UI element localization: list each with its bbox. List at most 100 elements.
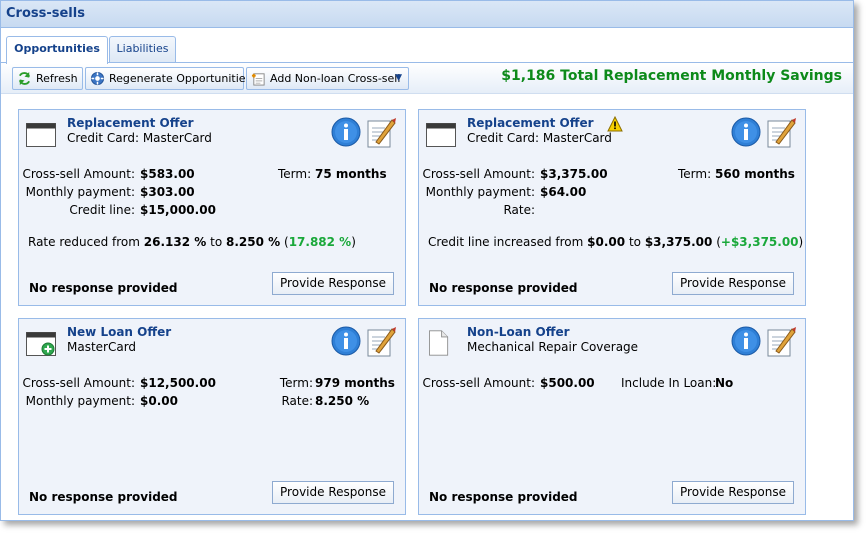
rate-label: Rate: (503, 203, 535, 217)
include-in-loan-value: No (715, 376, 733, 390)
warning-icon (607, 116, 623, 132)
info-icon[interactable] (331, 117, 361, 147)
monthly-payment-label: Monthly payment: (25, 185, 135, 199)
response-status: No response provided (429, 281, 578, 295)
total-savings-text: $1,186 Total Replacement Monthly Savings (501, 68, 842, 84)
edit-note-icon[interactable] (766, 325, 796, 357)
offer-card-replacement-2: Replacement Offer Credit Card: MasterCar… (418, 109, 806, 306)
summary-to: 8.250 % (226, 235, 281, 249)
summary-delta: +$3,375.00 (720, 235, 799, 249)
response-status: No response provided (429, 490, 578, 504)
credit-card-window-icon (26, 123, 56, 147)
monthly-payment-value: $303.00 (140, 185, 195, 199)
offer-title[interactable]: Replacement Offer (67, 116, 194, 130)
cross-sell-amount-label: Cross-sell Amount: (22, 167, 135, 181)
add-non-loan-cross-sell-button[interactable]: Add Non-loan Cross-sell ▼ (246, 67, 409, 90)
monthly-payment-value: $64.00 (540, 185, 586, 199)
cross-sell-amount-text: $3,375.00 (540, 167, 608, 181)
add-cross-sell-label: Add Non-loan Cross-sell (270, 72, 401, 85)
offer-card-replacement-1: Replacement Offer Credit Card: MasterCar… (18, 109, 406, 306)
edit-note-icon[interactable] (766, 116, 796, 148)
rate-label: Rate: (281, 394, 313, 408)
toolbar: Refresh Regenerate Opportunities Add Non… (1, 63, 853, 94)
refresh-icon (18, 71, 31, 86)
cross-sell-amount-value: $583.00 (140, 167, 195, 181)
summary-mid: to (210, 235, 223, 249)
provide-response-button[interactable]: Provide Response (672, 481, 794, 504)
credit-line-summary: Credit line increased from $0.00 to $3,3… (428, 235, 803, 249)
chevron-down-icon: ▼ (395, 73, 402, 83)
add-cross-sell-icon (251, 73, 265, 86)
summary-delta: 17.882 % (288, 235, 352, 249)
regenerate-icon (90, 71, 105, 86)
cross-sell-amount-text: $12,500.00 (140, 376, 216, 390)
new-loan-window-icon (26, 332, 56, 356)
summary-prefix: Rate reduced from (28, 235, 140, 249)
credit-line-text: $15,000.00 (140, 203, 216, 217)
provide-response-button[interactable]: Provide Response (272, 481, 394, 504)
rate-summary: Rate reduced from 26.132 % to 8.250 % (1… (28, 235, 356, 249)
cross-sell-amount-label: Cross-sell Amount: (422, 167, 535, 181)
offer-card-non-loan: Non-Loan Offer Mechanical Repair Coverag… (418, 318, 806, 515)
response-status: No response provided (29, 490, 178, 504)
cross-sell-amount-label: Cross-sell Amount: (22, 376, 135, 390)
provide-response-button[interactable]: Provide Response (272, 272, 394, 295)
term-text: 75 months (315, 167, 387, 181)
monthly-payment-text: $303.00 (140, 185, 195, 199)
rate-text: 8.250 % (315, 394, 370, 408)
summary-to: $3,375.00 (644, 235, 713, 249)
cross-sell-amount-value: $12,500.00 (140, 376, 216, 390)
regenerate-button[interactable]: Regenerate Opportunities (85, 67, 251, 90)
tab-opportunities[interactable]: Opportunities (6, 36, 108, 64)
credit-line-value: $15,000.00 (140, 203, 216, 217)
title-bar: Cross-sells (1, 1, 853, 28)
summary-close: ) (798, 235, 804, 249)
summary-prefix: Credit line increased from (428, 235, 584, 249)
term-label: Term: (678, 167, 712, 181)
refresh-label: Refresh (36, 72, 78, 85)
credit-card-window-icon (426, 123, 456, 147)
term-value: 979 months (315, 376, 395, 390)
monthly-payment-label: Monthly payment: (25, 394, 135, 408)
term-text: 560 months (715, 167, 795, 181)
info-icon[interactable] (331, 326, 361, 356)
provide-response-button[interactable]: Provide Response (672, 272, 794, 295)
term-label: Term: (278, 167, 312, 181)
info-icon[interactable] (731, 326, 761, 356)
edit-note-icon[interactable] (366, 325, 396, 357)
offer-title[interactable]: New Loan Offer (67, 325, 171, 339)
summary-close: ) (351, 235, 356, 249)
cross-sell-grid: Replacement Offer Credit Card: MasterCar… (1, 94, 853, 520)
regenerate-label: Regenerate Opportunities (109, 72, 252, 85)
cross-sell-amount-value: $500.00 (540, 376, 595, 390)
offer-subtitle: Credit Card: MasterCard (67, 131, 212, 145)
rate-value: 8.250 % (315, 394, 369, 408)
monthly-payment-label: Monthly payment: (425, 185, 535, 199)
tab-liabilities[interactable]: Liabilities (109, 36, 176, 63)
offer-card-new-loan: New Loan Offer MasterCard Cross-sell Amo… (18, 318, 406, 515)
cross-sell-amount-text: $583.00 (140, 167, 195, 181)
monthly-payment-value: $0.00 (140, 394, 178, 408)
offer-subtitle: Mechanical Repair Coverage (467, 340, 639, 354)
tab-strip: Opportunities Liabilities (1, 28, 853, 64)
cross-sells-window: Cross-sells Opportunities Liabilities Re… (0, 0, 854, 521)
credit-line-label: Credit line: (69, 203, 135, 217)
refresh-button[interactable]: Refresh (12, 67, 83, 90)
term-label: Term: (279, 376, 313, 390)
summary-from: $0.00 (587, 235, 626, 249)
term-text: 979 months (315, 376, 395, 390)
term-value: 560 months (715, 167, 795, 181)
cross-sell-amount-text: $500.00 (540, 376, 595, 390)
summary-from: 26.132 % (143, 235, 207, 249)
offer-title[interactable]: Non-Loan Offer (467, 325, 570, 339)
window-title: Cross-sells (6, 6, 85, 21)
include-in-loan-label: Include In Loan: (621, 376, 717, 390)
offer-title[interactable]: Replacement Offer (467, 116, 594, 130)
monthly-payment-text: $0.00 (140, 394, 178, 408)
info-icon[interactable] (731, 117, 761, 147)
edit-note-icon[interactable] (366, 116, 396, 148)
response-status: No response provided (29, 281, 178, 295)
offer-subtitle: Credit Card: MasterCard (467, 131, 612, 145)
term-value: 75 months (315, 167, 387, 181)
cross-sell-amount-label: Cross-sell Amount: (422, 376, 535, 390)
